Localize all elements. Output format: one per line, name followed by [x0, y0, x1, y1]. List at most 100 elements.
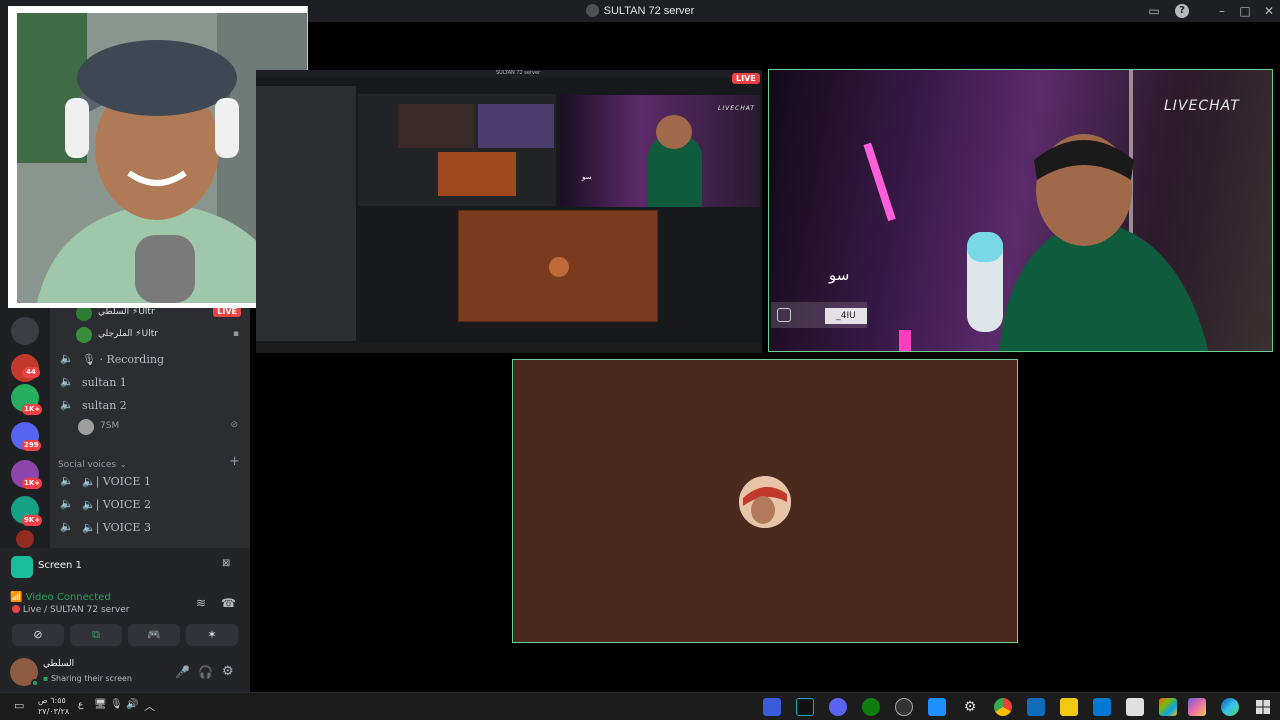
- nested-tile: [478, 104, 554, 148]
- livechat-watermark: LIVECHAT: [1164, 98, 1240, 114]
- clock-date: ٢٧/٠٣/٢٨: [38, 707, 70, 716]
- muted-icon: ⊘: [230, 420, 238, 430]
- nested-brown-tile: [458, 210, 658, 322]
- m365-app-icon[interactable]: [1159, 698, 1177, 716]
- voice-channel-sultan-2[interactable]: 🔈 sultan 2: [58, 395, 244, 417]
- screen-icon: ▪: [43, 674, 49, 683]
- speaker-icon: 🔈: [60, 497, 74, 510]
- chrome-app-icon[interactable]: [994, 698, 1012, 716]
- outlook-app-icon[interactable]: [1093, 698, 1111, 716]
- avatar: [739, 476, 791, 528]
- voice-user-name: الملرجلي ⚡Ultr: [98, 329, 158, 339]
- maximize-button[interactable]: □: [1237, 3, 1253, 19]
- channel-label: Recording: [106, 353, 164, 366]
- nested-sidebar: [256, 86, 356, 341]
- channel-prefix: 🎙 ·: [82, 353, 107, 366]
- server-icon[interactable]: [11, 317, 39, 345]
- settings-app-icon[interactable]: ⚙: [961, 698, 979, 716]
- webcam-tag-box: _4IU: [771, 302, 867, 328]
- discord-app-icon[interactable]: [829, 698, 847, 716]
- roblox-app-icon[interactable]: [763, 698, 781, 716]
- capcut-app-icon[interactable]: [796, 698, 814, 716]
- speaker-icon: 🔈: [60, 520, 74, 533]
- settings-icon[interactable]: ⚙: [222, 664, 234, 679]
- stream-tile-audio[interactable]: [512, 359, 1018, 643]
- volume-icon[interactable]: 🔊: [126, 699, 138, 710]
- share-screen-button[interactable]: ⧉: [70, 624, 122, 646]
- disconnect-icon[interactable]: ☎: [221, 596, 236, 610]
- voice-user-name: 7SM: [100, 421, 120, 431]
- webcam-caption: سو: [582, 173, 592, 181]
- close-button[interactable]: ✕: [1261, 3, 1277, 19]
- nested-webcam-tile: LIVECHAT سو: [560, 95, 760, 207]
- windows-taskbar: ▭ ٦:٥٥ ص ٢٧/٠٣/٢٨ ع 🖥 🎙 🔊 ︿ ⚙: [0, 692, 1280, 720]
- activity-button[interactable]: 🎮: [128, 624, 180, 646]
- clock-time: ٦:٥٥ ص: [38, 696, 66, 705]
- voice-channel-sultan-1[interactable]: 🔈 sultan 1: [58, 372, 244, 394]
- voice-channel-voice-2[interactable]: 🔈 🔈| VOICE 2: [58, 494, 244, 516]
- video-camera-icon: ▪: [232, 329, 239, 339]
- copilot-app-icon[interactable]: [1188, 698, 1206, 716]
- connection-location[interactable]: Live / SULTAN 72 server: [12, 605, 129, 615]
- help-icon[interactable]: ?: [1175, 4, 1189, 18]
- channel-label: 🔈| VOICE 3: [82, 521, 151, 534]
- voice-connection-panel: Screen 1 ⊠ 📶 Video Connected Live / SULT…: [0, 548, 250, 692]
- chevron-up-icon[interactable]: ︿: [144, 698, 155, 714]
- notification-icon[interactable]: ▭: [14, 699, 24, 712]
- livechat-watermark: LIVECHAT: [718, 105, 756, 112]
- minimize-button[interactable]: –: [1214, 3, 1230, 19]
- voice-channel-voice-1[interactable]: 🔈 🔈| VOICE 1: [58, 471, 244, 493]
- avatar: [76, 327, 92, 343]
- headphones-icon[interactable]: 🎧: [198, 665, 213, 679]
- server-icon: [585, 4, 599, 17]
- add-channel-icon[interactable]: +: [229, 454, 240, 469]
- voice-channel-recording[interactable]: 🔈 🎙 · Recording: [58, 349, 244, 371]
- file-explorer-app-icon[interactable]: [1060, 698, 1078, 716]
- live-badge: LIVE: [732, 73, 760, 84]
- phone-link-app-icon[interactable]: [1027, 698, 1045, 716]
- voice-channel-voice-3[interactable]: 🔈 🔈| VOICE 3: [58, 517, 244, 539]
- live-dot: [12, 605, 20, 613]
- microphone-tray-icon[interactable]: 🎙: [110, 699, 123, 710]
- channel-label: sultan 2: [82, 399, 127, 412]
- speaker-icon: 🔈: [60, 474, 74, 487]
- microphone-icon[interactable]: 🎤: [175, 665, 190, 679]
- store-app-icon[interactable]: [1126, 698, 1144, 716]
- windows-logo-icon: [1256, 700, 1270, 714]
- avatar: [549, 257, 569, 277]
- speaker-icon: 🔈: [60, 375, 74, 388]
- system-clock[interactable]: ٦:٥٥ ص ٢٧/٠٣/٢٨: [38, 695, 69, 717]
- stream-tile-screen[interactable]: SULTAN 72 server LIVE LIVECHAT سو: [256, 70, 762, 353]
- screen-share-icon: [11, 556, 33, 578]
- speaker-icon: 🔈: [60, 398, 74, 411]
- webcam-tag: _4IU: [825, 308, 867, 324]
- stream-tile-webcam[interactable]: LIVECHAT سو _4IU: [768, 69, 1273, 352]
- language-indicator[interactable]: ع: [78, 700, 83, 710]
- xbox-app-icon[interactable]: [862, 698, 880, 716]
- nested-tile: [438, 152, 516, 196]
- stop-share-icon[interactable]: ⊠: [222, 558, 230, 569]
- screen-share-icon[interactable]: ▭: [1146, 3, 1162, 19]
- start-button[interactable]: [1254, 698, 1272, 716]
- voice-user-name: السلطي ⚡Ultr: [98, 307, 155, 317]
- obs-app-icon[interactable]: [895, 698, 913, 716]
- voice-user[interactable]: الملرجلي ⚡Ultr ▪: [76, 326, 241, 346]
- voice-user[interactable]: 7SM ⊘: [78, 418, 240, 438]
- nested-window-title: SULTAN 72 server: [496, 70, 541, 76]
- unread-badge: 299: [22, 440, 41, 451]
- category-social-voices[interactable]: Social voices ⌄ +: [58, 454, 244, 472]
- screen-share-row[interactable]: Screen 1 ⊠: [0, 548, 250, 584]
- unread-badge: 44: [22, 367, 40, 378]
- network-icon[interactable]: 🖥: [94, 699, 107, 710]
- files-app-icon[interactable]: [928, 698, 946, 716]
- soundboard-button[interactable]: ✶: [186, 624, 238, 646]
- camera-toggle-button[interactable]: ⊘: [12, 624, 64, 646]
- signal-icon: 📶: [10, 592, 26, 603]
- connection-status[interactable]: 📶 Video Connected: [10, 592, 111, 603]
- noise-suppression-icon[interactable]: ≋: [196, 596, 206, 610]
- user-name: السلطي: [43, 659, 75, 669]
- chevron-down-icon: ⌄: [119, 460, 127, 469]
- nested-tile: [398, 104, 474, 148]
- edge-app-icon[interactable]: [1221, 698, 1239, 716]
- server-icon[interactable]: [16, 530, 34, 548]
